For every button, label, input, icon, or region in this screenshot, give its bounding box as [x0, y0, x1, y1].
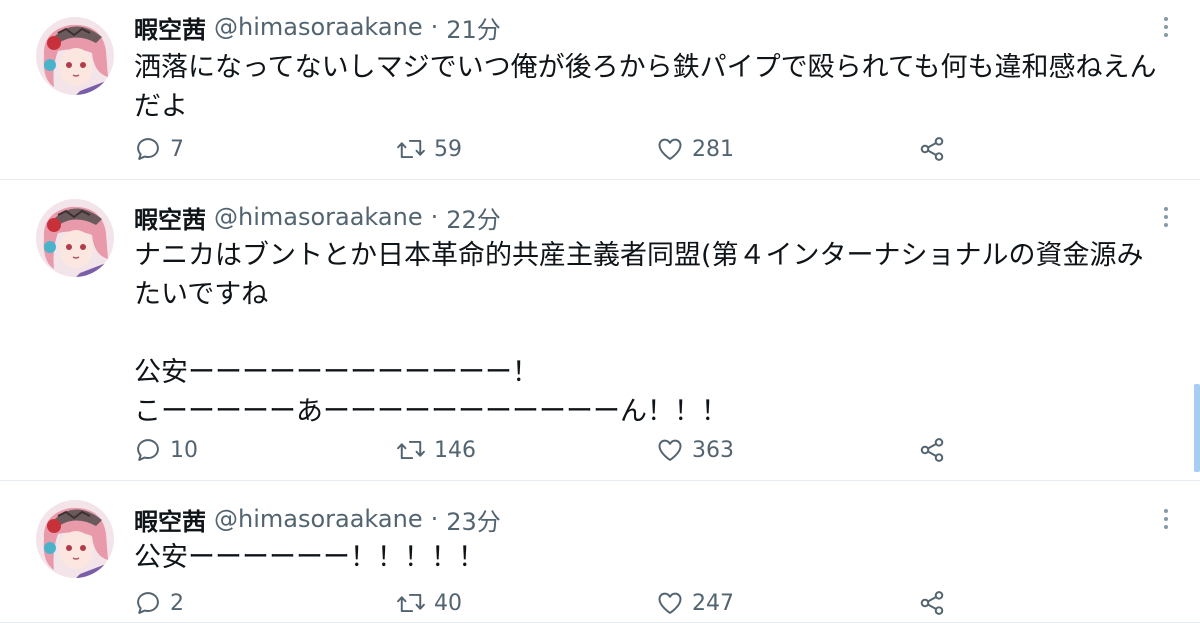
tweet[interactable]: 暇空茜 @himasoraakane · 21分 洒落になってないしマジでいつ俺…	[0, 0, 1200, 180]
reply-icon	[137, 138, 159, 160]
like-count: 363	[692, 437, 734, 463]
more-dots-icon[interactable]	[1154, 12, 1178, 42]
retweet-icon	[397, 139, 425, 159]
tweet-text: 洒落になってないしマジでいつ俺が後ろから鉄パイプで殴られても何も違和感ねえんだよ	[134, 52, 1157, 122]
timestamp[interactable]: 22分	[446, 200, 501, 235]
heart-icon	[658, 138, 682, 160]
display-name[interactable]: 暇空茜	[134, 10, 206, 45]
avatar-image	[36, 17, 114, 95]
reply-count: 2	[170, 590, 184, 616]
tweet-text: ナニカはブントとか日本革命的共産主義者同盟(第４インターナショナルの資金源みたい…	[134, 240, 1144, 427]
share-icon	[920, 591, 944, 615]
avatar-image	[36, 500, 114, 578]
avatar[interactable]	[36, 500, 114, 578]
reply-count: 7	[170, 136, 184, 162]
separator-dot: ·	[430, 203, 439, 231]
timeline: 暇空茜 @himasoraakane · 21分 洒落になってないしマジでいつ俺…	[0, 0, 1200, 623]
share-button[interactable]	[918, 432, 946, 468]
retweet-icon	[397, 593, 425, 613]
user-handle[interactable]: @himasoraakane	[214, 13, 423, 41]
like-button[interactable]: 281	[656, 131, 734, 167]
retweet-button[interactable]: 59	[396, 131, 462, 167]
retweet-count: 40	[434, 590, 462, 616]
timestamp[interactable]: 23分	[446, 502, 501, 537]
more-dots-icon[interactable]	[1154, 504, 1178, 534]
reply-button[interactable]: 10	[134, 432, 198, 468]
retweet-icon	[397, 440, 425, 460]
display-name[interactable]: 暇空茜	[134, 200, 206, 235]
reply-icon	[137, 439, 159, 461]
avatar[interactable]	[36, 199, 114, 277]
like-count: 247	[692, 590, 734, 616]
like-button[interactable]: 363	[656, 432, 734, 468]
share-button[interactable]	[918, 585, 946, 621]
reply-button[interactable]: 2	[134, 585, 184, 621]
reply-count: 10	[170, 437, 198, 463]
tweet[interactable]: 暇空茜 @himasoraakane · 23分 公安ーーーーーー！！！！！ 2…	[0, 481, 1200, 623]
tweet-text: 公安ーーーーーー！！！！！	[134, 542, 485, 573]
timestamp[interactable]: 21分	[446, 10, 501, 45]
user-handle[interactable]: @himasoraakane	[214, 505, 423, 533]
tweet[interactable]: 暇空茜 @himasoraakane · 22分 ナニカはブントとか日本革命的共…	[0, 180, 1200, 481]
retweet-button[interactable]: 40	[396, 585, 462, 621]
avatar-image	[36, 199, 114, 277]
share-button[interactable]	[918, 131, 946, 167]
scrollbar[interactable]	[1194, 384, 1200, 472]
reply-button[interactable]: 7	[134, 131, 184, 167]
user-handle[interactable]: @himasoraakane	[214, 203, 423, 231]
like-button[interactable]: 247	[656, 585, 734, 621]
avatar[interactable]	[36, 17, 114, 95]
heart-icon	[658, 439, 682, 461]
retweet-count: 146	[434, 437, 476, 463]
share-icon	[920, 137, 944, 161]
share-icon	[920, 438, 944, 462]
retweet-button[interactable]: 146	[396, 432, 476, 468]
heart-icon	[658, 592, 682, 614]
reply-icon	[137, 592, 159, 614]
like-count: 281	[692, 136, 734, 162]
separator-dot: ·	[430, 13, 439, 41]
display-name[interactable]: 暇空茜	[134, 502, 206, 537]
more-dots-icon[interactable]	[1154, 202, 1178, 232]
separator-dot: ·	[430, 505, 439, 533]
retweet-count: 59	[434, 136, 462, 162]
